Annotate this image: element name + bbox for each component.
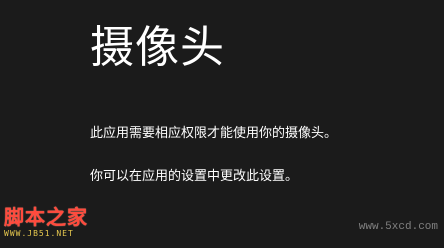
jb51-watermark: 脚本之家 WWW.JB51.NET bbox=[4, 205, 114, 245]
camera-permission-screen: 摄像头 此应用需要相应权限才能使用你的摄像头。 你可以在应用的设置中更改此设置。… bbox=[0, 0, 444, 248]
page-title: 摄像头 bbox=[90, 22, 225, 73]
jb51-watermark-title: 脚本之家 bbox=[4, 205, 88, 229]
jb51-watermark-url: WWW.JB51.NET bbox=[4, 229, 74, 238]
permission-message: 此应用需要相应权限才能使用你的摄像头。 bbox=[90, 126, 338, 141]
settings-message: 你可以在应用的设置中更改此设置。 bbox=[90, 169, 299, 184]
site-watermark: www.5xcd.com bbox=[358, 221, 438, 233]
